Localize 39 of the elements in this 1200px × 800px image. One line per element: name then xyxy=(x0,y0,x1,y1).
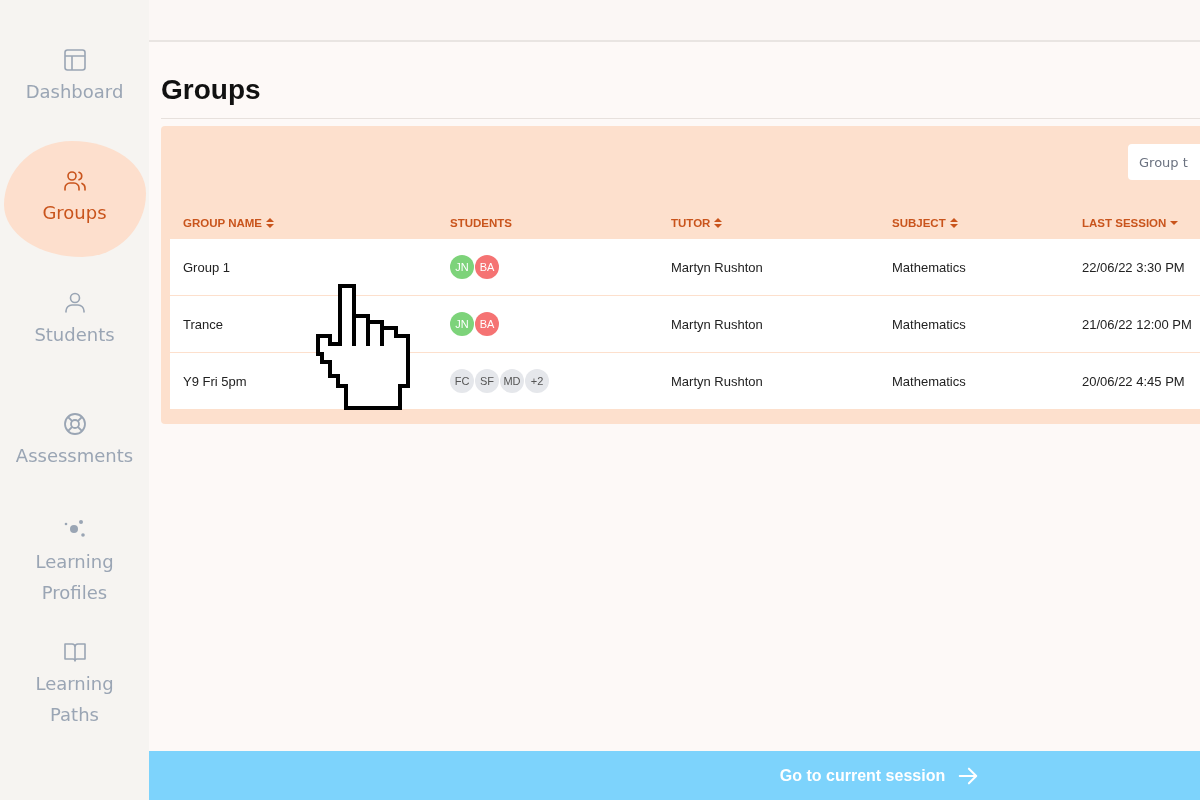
student-avatar: MD xyxy=(500,369,524,393)
column-header[interactable]: TUTOR xyxy=(658,217,879,239)
table-cell: Mathematics xyxy=(879,239,1069,296)
student-avatar: BA xyxy=(475,255,499,279)
student-avatar: +2 xyxy=(525,369,549,393)
page-title: Groups xyxy=(161,74,1200,119)
nav-item[interactable]: Groups xyxy=(3,140,146,257)
table-cell: Martyn Rushton xyxy=(658,353,879,410)
table-cell: Martyn Rushton xyxy=(658,239,879,296)
users-icon xyxy=(62,169,87,194)
column-header[interactable]: LAST SESSION xyxy=(1069,217,1200,239)
layout-icon xyxy=(62,47,87,72)
student-avatar: FC xyxy=(450,369,474,393)
student-avatar: JN xyxy=(450,312,474,336)
nav-item[interactable]: Learning Paths xyxy=(3,626,146,743)
table-cell: Group 1 xyxy=(170,239,437,296)
user-icon xyxy=(62,290,87,315)
student-avatar: BA xyxy=(475,312,499,336)
column-header[interactable]: GROUP NAME xyxy=(170,217,437,239)
student-avatar: JN xyxy=(450,255,474,279)
nav-item[interactable]: Dashboard xyxy=(3,19,146,136)
column-header[interactable]: STUDENTS xyxy=(437,217,658,239)
filter-field[interactable]: Group t xyxy=(1128,144,1200,180)
table-cell: 20/06/22 4:45 PM xyxy=(1069,353,1200,410)
sort-icon[interactable] xyxy=(714,218,723,228)
nav-item[interactable]: Learning Profiles xyxy=(3,505,146,622)
student-avatar: SF xyxy=(475,369,499,393)
sort-icon[interactable] xyxy=(949,218,958,228)
nav-item[interactable]: Assessments xyxy=(3,383,146,500)
table-cell: Mathematics xyxy=(879,296,1069,353)
lifebuoy-icon xyxy=(62,412,87,437)
nav-item[interactable]: Students xyxy=(3,262,146,379)
column-header[interactable]: SUBJECT xyxy=(879,217,1069,239)
sort-descending-icon[interactable] xyxy=(1170,218,1179,228)
table-cell: Mathematics xyxy=(879,353,1069,410)
table-cell: Martyn Rushton xyxy=(658,296,879,353)
table-cell: 21/06/22 12:00 PM xyxy=(1069,296,1200,353)
table-cell: 22/06/22 3:30 PM xyxy=(1069,239,1200,296)
sort-icon[interactable] xyxy=(266,218,275,228)
